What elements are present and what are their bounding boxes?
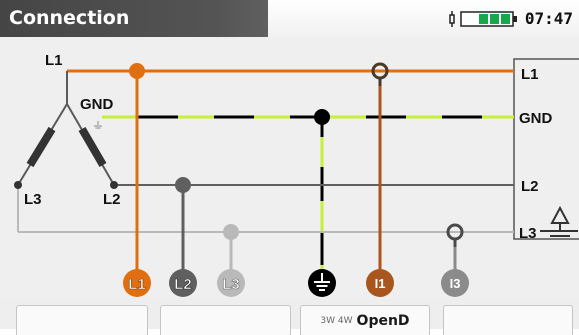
i3-clamp-icon xyxy=(446,223,464,247)
source-label-l2: L2 xyxy=(103,191,121,208)
svg-text:I3: I3 xyxy=(450,276,461,291)
svg-text:L1: L1 xyxy=(128,276,146,293)
clock: 07:47 xyxy=(524,9,573,28)
instrument-label-l3: L3 xyxy=(519,225,537,242)
instrument-box xyxy=(513,58,579,240)
softkey-4[interactable] xyxy=(443,305,573,335)
status-bar: Connection 07:47 xyxy=(0,0,579,37)
status-indicators: 07:47 xyxy=(449,0,573,37)
l1-node xyxy=(129,63,145,79)
l3-node xyxy=(223,224,239,240)
terminal-i3: I3 xyxy=(441,269,469,297)
l2-node xyxy=(175,177,191,193)
softkey-2[interactable] xyxy=(160,305,291,335)
svg-text:L2: L2 xyxy=(174,276,192,293)
terminal-l1: L1 xyxy=(123,269,151,297)
battery-icon xyxy=(449,10,517,27)
terminal-l2: L2 xyxy=(169,269,197,297)
svg-text:L3: L3 xyxy=(222,276,240,293)
terminal-i1: I1 xyxy=(366,269,394,297)
source-delta xyxy=(14,71,118,189)
page-title: Connection xyxy=(0,0,268,37)
source-label-l1: L1 xyxy=(45,52,63,69)
small-ground-icon xyxy=(94,121,102,129)
connection-type-value: OpenD xyxy=(356,312,410,329)
softkey-1[interactable] xyxy=(16,305,148,335)
terminal-l3: L3 xyxy=(217,269,245,297)
svg-text:I1: I1 xyxy=(375,276,386,291)
softkey-bar: 3W 4W OpenD xyxy=(0,299,579,335)
source-label-gnd: GND xyxy=(80,96,114,113)
connection-type-options: 3W 4W xyxy=(320,315,353,326)
connection-diagram: L1 GND L3 L2 L1 GND L2 L3 L1 L2 L3 I1 I3 xyxy=(0,37,579,299)
i1-clamp-icon xyxy=(371,62,389,86)
instrument-label-l1: L1 xyxy=(521,66,539,83)
terminal-gnd-icon xyxy=(308,269,336,297)
gnd-node xyxy=(314,109,330,125)
instrument-label-gnd: GND xyxy=(519,110,553,127)
instrument-label-l2: L2 xyxy=(521,178,539,195)
source-label-l3: L3 xyxy=(24,191,42,208)
connection-type-softkey[interactable]: 3W 4W OpenD xyxy=(300,305,430,335)
